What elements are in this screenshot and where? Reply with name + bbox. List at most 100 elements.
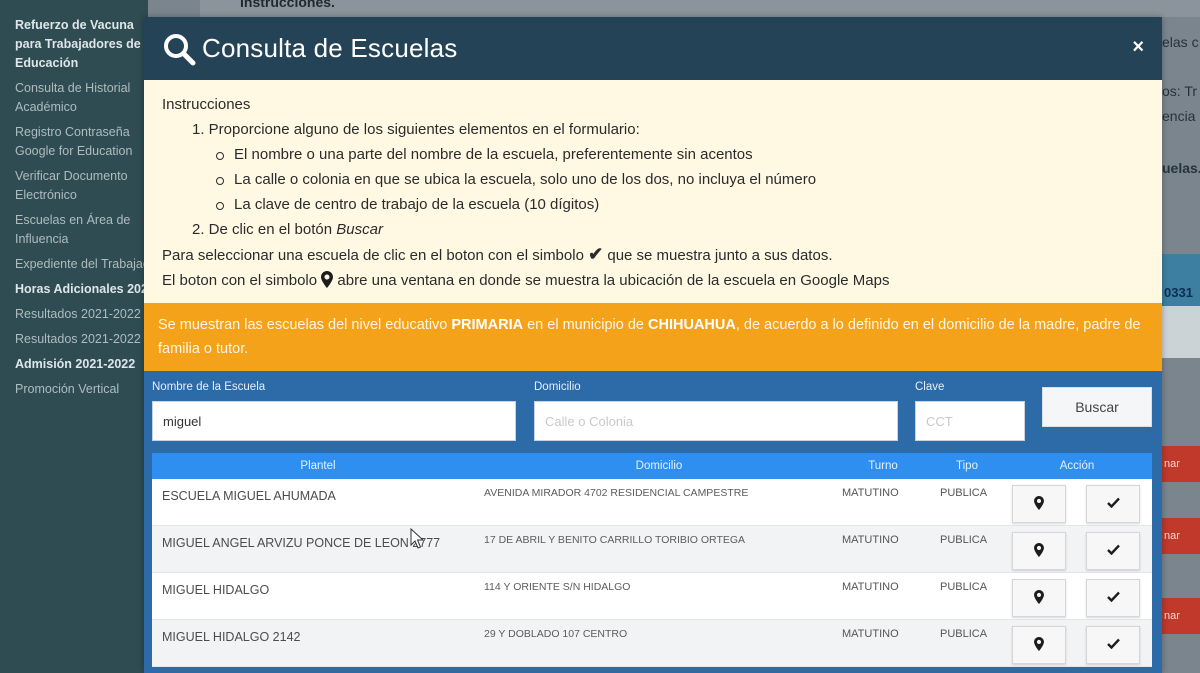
background-text: uelas. [1162,160,1200,176]
notice-text: en el municipio de [523,317,649,333]
select-school-button[interactable] [1086,626,1140,664]
instruction-step-1: 1. Proporcione alguno de los siguientes … [192,121,640,138]
sidebar-item[interactable]: Registro Contraseña [0,123,148,142]
background-top-strip [200,0,1200,17]
table-header: Plantel Domicilio Turno Tipo Acción [152,453,1152,479]
domicilio-label: Domicilio [534,381,581,393]
domicilio-input[interactable] [534,401,898,441]
sidebar-item[interactable]: Horas Adicionales 2021-2022 [0,280,148,299]
cell-domicilio: 114 Y ORIENTE S/N HIDALGO [484,581,631,593]
background-red-button[interactable]: nar [1160,446,1200,482]
cell-turno: MATUTINO [842,628,899,640]
map-location-button[interactable] [1012,626,1066,664]
map-pin-icon [1034,589,1044,607]
instruction-step-2-text: 2. De clic en el botón [192,221,337,238]
instruction-step-2: 2. De clic en el botón Buscar [162,217,1162,242]
table-row: MIGUEL HIDALGO 114 Y ORIENTE S/N HIDALGO M… [152,573,1152,620]
table-body: ESCUELA MIGUEL AHUMADA AVENIDA MIRADOR 47… [152,479,1152,667]
notice-banner: Se muestran las escuelas del nivel educa… [144,303,1162,371]
cell-tipo: PUBLICA [940,628,988,640]
buscar-button[interactable]: Buscar [1042,387,1152,427]
sidebar-item[interactable]: Electrónico [0,186,148,205]
background-heading: Instrucciones. [240,0,335,10]
map-pin-icon [321,271,334,288]
cell-domicilio: 29 Y DOBLADO 107 CENTRO [484,628,628,640]
sidebar-item[interactable]: para Trabajadores de [0,35,148,54]
sidebar: Refuerzo de Vacuna para Trabajadores de Ed… [0,0,148,673]
background-text: os: Tr [1162,83,1198,99]
cell-action [1002,573,1152,620]
map-location-button[interactable] [1012,532,1066,570]
notice-text: Se muestran las escuelas del nivel educa… [158,317,452,333]
sidebar-item[interactable]: Influencia [0,230,148,249]
sidebar-item[interactable]: Escuelas en Área de [0,211,148,230]
nombre-escuela-input[interactable] [152,401,516,441]
sidebar-item[interactable]: Educación [0,54,148,73]
table-row: ESCUELA MIGUEL AHUMADA AVENIDA MIRADOR 47… [152,479,1152,526]
instruction-select: Para seleccionar una escuela de clic en … [162,242,1162,268]
cell-plantel: MIGUEL HIDALGO [162,583,270,597]
results-table: Plantel Domicilio Turno Tipo Acción ESCU… [152,453,1152,667]
instruction-bullet: La calle o colonia en que se ubica la es… [162,167,1162,192]
sidebar-item[interactable]: Académico [0,98,148,117]
mouse-cursor-icon [410,528,424,549]
modal-header: Consulta de Escuelas × [144,17,1162,80]
cell-action [1002,526,1152,573]
header-accion: Acción [1059,460,1095,472]
select-school-button[interactable] [1086,532,1140,570]
search-icon [164,33,196,65]
background-text: encia [1162,108,1196,124]
sidebar-item[interactable]: Resultados 2021-2022 [0,305,148,324]
sidebar-item[interactable]: Promoción Vertical [0,380,148,399]
header-domicilio: Domicilio [635,460,683,472]
sidebar-list: Refuerzo de Vacuna para Trabajadores de Ed… [0,0,148,399]
instruction-bullet: La clave de centro de trabajo de la escu… [162,192,1162,217]
sidebar-item[interactable]: Consulta de Historial [0,79,148,98]
background-red-button[interactable]: nar [1160,598,1200,634]
sidebar-item[interactable]: Verificar Documento [0,167,148,186]
background-panel [1162,306,1200,358]
instructions: Instrucciones 1. Proporcione alguno de l… [144,80,1162,293]
header-tipo: Tipo [956,460,978,472]
cell-turno: MATUTINO [842,534,899,546]
instruction-map: El boton con el simbolo abre una ventana… [162,268,1162,293]
instruction-buscar-word: Buscar [336,221,383,238]
consulta-escuelas-modal: Consulta de Escuelas × Instrucciones 1. … [144,17,1162,673]
sidebar-item[interactable]: Resultados 2021-2022 [0,330,148,349]
modal-title: Consulta de Escuelas [202,33,458,63]
cell-domicilio: 17 DE ABRIL Y BENITO CARRILLO TORIBIO OR… [484,534,746,546]
sidebar-item[interactable]: Expediente del Trabajador [0,255,148,274]
cell-plantel: MIGUEL HIDALGO 2142 [162,630,301,644]
cell-tipo: PUBLICA [940,487,988,499]
sidebar-item[interactable]: Refuerzo de Vacuna [0,16,148,35]
instruction-select-suffix: que se muestra junto a sus datos. [603,247,833,264]
map-pin-icon [1034,636,1044,654]
sidebar-item[interactable]: Admisión 2021-2022 [0,355,148,374]
cell-domicilio: AVENIDA MIRADOR 4702 RESIDENCIAL CAMPEST… [484,487,749,499]
table-row: MIGUEL ANGEL ARVIZU PONCE DE LEON 2777 17… [152,526,1152,573]
cell-tipo: PUBLICA [940,581,988,593]
cell-action [1002,479,1152,526]
cell-turno: MATUTINO [842,487,899,499]
cell-plantel: ESCUELA MIGUEL AHUMADA [162,489,336,503]
notice-municipio: CHIHUAHUA [648,317,736,333]
sidebar-item[interactable]: Google for Education [0,142,148,161]
clave-label: Clave [915,381,945,393]
instruction-select-prefix: Para seleccionar una escuela de clic en … [162,247,589,264]
instruction-bullet: El nombre o una parte del nombre de la e… [162,142,1162,167]
select-school-button[interactable] [1086,485,1140,523]
map-pin-icon [1034,495,1044,513]
close-icon[interactable]: × [1132,37,1144,57]
instructions-heading: Instrucciones [162,96,251,113]
search-form: Nombre de la Escuela Domicilio Clave Bus… [144,371,1162,673]
cell-action [1002,620,1152,667]
background-red-button[interactable]: nar [1160,518,1200,554]
cell-plantel: MIGUEL ANGEL ARVIZU PONCE DE LEON 2777 [162,536,441,550]
table-row: MIGUEL HIDALGO 2142 29 Y DOBLADO 107 CENT… [152,620,1152,667]
map-location-button[interactable] [1012,579,1066,617]
map-location-button[interactable] [1012,485,1066,523]
select-school-button[interactable] [1086,579,1140,617]
background-text: elas c [1162,34,1199,50]
background-number: 0331 [1164,285,1193,300]
clave-input[interactable] [915,401,1025,441]
